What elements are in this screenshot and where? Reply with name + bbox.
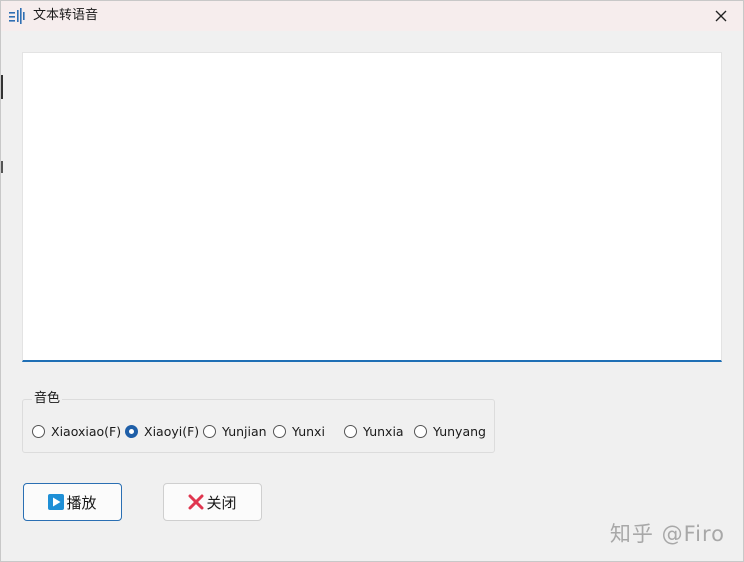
play-icon [48, 494, 65, 510]
sound-wave-icon [9, 8, 27, 24]
radio-label: Yunyang [433, 423, 486, 439]
radio-yunjian[interactable]: Yunjian [203, 423, 267, 439]
radio-yunxi[interactable]: Yunxi [273, 423, 325, 439]
title-bar: 文本转语音 [1, 1, 743, 31]
radio-indicator [344, 424, 357, 438]
radio-xiaoxiao[interactable]: Xiaoxiao(F) [32, 423, 121, 439]
close-icon [715, 7, 727, 26]
radio-yunxia[interactable]: Yunxia [344, 423, 404, 439]
radio-yunyang[interactable]: Yunyang [414, 423, 486, 439]
window-title: 文本转语音 [33, 8, 99, 23]
close-button-label: 关闭 [206, 493, 237, 512]
text-input[interactable] [22, 52, 722, 362]
background-edge-mark [1, 161, 3, 173]
radio-indicator [32, 424, 45, 438]
radio-label: Yunxia [363, 423, 404, 439]
radio-indicator-checked [125, 424, 138, 438]
radio-indicator [414, 424, 427, 438]
play-button[interactable]: 播放 [23, 483, 122, 521]
window-close-button[interactable] [699, 1, 743, 31]
radio-indicator [273, 424, 286, 438]
radio-label: Xiaoyi(F) [144, 423, 200, 439]
play-button-label: 播放 [66, 493, 97, 512]
text-to-speech-window: 文本转语音 音色 Xiaoxiao(F) Xiaoyi(F) Yunjian Y… [0, 0, 744, 562]
close-button[interactable]: 关闭 [163, 483, 262, 521]
red-x-icon [188, 494, 204, 510]
radio-xiaoyi[interactable]: Xiaoyi(F) [125, 423, 199, 439]
background-edge-mark [1, 75, 3, 99]
watermark: 知乎 @Firo [609, 522, 725, 546]
radio-label: Yunjian [222, 423, 267, 439]
radio-label: Xiaoxiao(F) [51, 423, 122, 439]
voice-group-label: 音色 [32, 391, 63, 407]
radio-label: Yunxi [292, 423, 325, 439]
radio-indicator [203, 424, 216, 438]
